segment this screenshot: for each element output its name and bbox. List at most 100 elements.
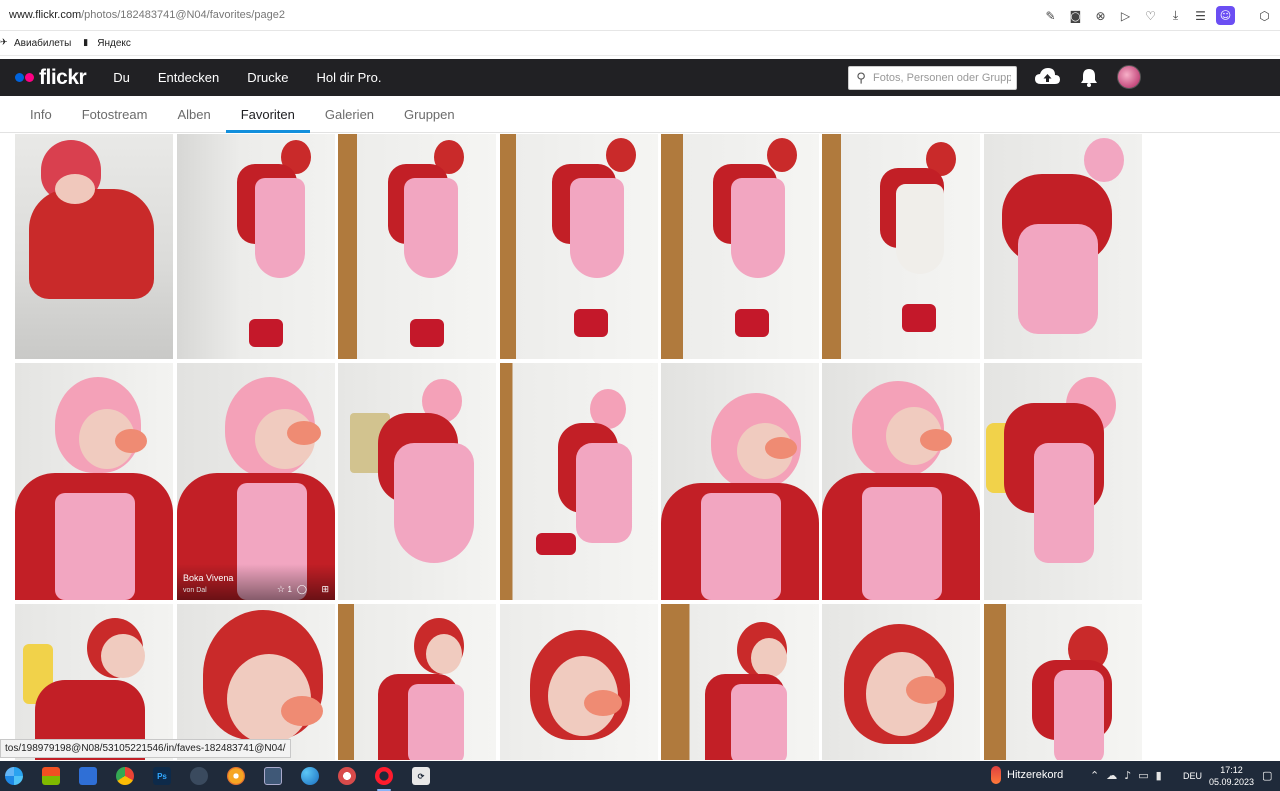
upload-icon[interactable] xyxy=(1035,68,1060,86)
bookmarks-bar: ✈ Авиабилеты ▮ Яндекс xyxy=(0,31,1280,56)
language-indicator[interactable]: DEU xyxy=(1183,771,1202,781)
url-field[interactable]: www.flickr.com/photos/182483741@N04/favo… xyxy=(0,9,285,21)
photo-tile[interactable] xyxy=(15,363,173,600)
search-icon[interactable]: ⚲ xyxy=(849,71,873,86)
tab-info[interactable]: Info xyxy=(0,96,67,132)
circle-icon[interactable]: ⊗ xyxy=(1091,6,1110,25)
status-link-preview: tos/198979198@N08/53105221546/in/faves-1… xyxy=(0,739,291,758)
logo-text: flickr xyxy=(39,65,87,89)
fav-count: 1 xyxy=(287,585,292,594)
weather-label: Hitzerekord xyxy=(1007,769,1064,781)
store-icon[interactable] xyxy=(37,764,65,788)
system-tray: ⌃ ☁ ♪ ▭ ▮ xyxy=(1090,769,1162,782)
nav-du[interactable]: Du xyxy=(113,70,130,85)
photo-tile[interactable] xyxy=(822,134,980,359)
profile-subnav: Info Fotostream Alben Favoriten Galerien… xyxy=(0,96,1280,133)
bookmark-flights[interactable]: ✈ Авиабилеты xyxy=(0,38,71,49)
play-icon[interactable]: ▷ xyxy=(1116,6,1135,25)
logo-dot-pink xyxy=(25,73,34,82)
doc-icon: ▮ xyxy=(83,38,89,48)
photo-tile[interactable] xyxy=(500,604,658,760)
photo-tile[interactable] xyxy=(15,134,173,359)
photo-tile[interactable] xyxy=(500,363,658,600)
download-icon[interactable]: ⤓ xyxy=(1166,6,1185,25)
mail-icon[interactable] xyxy=(74,764,102,788)
tab-fotostream[interactable]: Fotostream xyxy=(67,96,163,132)
battery-icon[interactable]: ▮ xyxy=(1156,769,1162,782)
photo-tile[interactable] xyxy=(15,604,173,760)
cloud-sync-icon[interactable]: ☁ xyxy=(1106,769,1117,782)
start-button[interactable] xyxy=(0,764,28,788)
tab-alben[interactable]: Alben xyxy=(162,96,225,132)
chevron-up-icon[interactable]: ⌃ xyxy=(1090,769,1099,782)
photo-tile[interactable] xyxy=(984,363,1142,600)
network-icon[interactable]: ▭ xyxy=(1138,769,1148,782)
browser-address-bar: www.flickr.com/photos/182483741@N04/favo… xyxy=(0,0,1280,31)
photo-tile[interactable] xyxy=(338,363,496,600)
flickr-logo[interactable]: flickr xyxy=(15,65,87,90)
add-to-gallery-icon[interactable]: ⊞ xyxy=(321,585,329,595)
heart-icon[interactable]: ♡ xyxy=(1141,6,1160,25)
edit-icon[interactable]: ✎ xyxy=(1041,6,1060,25)
flickr-header: flickr Du Entdecken Drucke Hol dir Pro. … xyxy=(0,59,1280,96)
bookmark-label: Авиабилеты xyxy=(14,37,72,49)
photo-hover-overlay: Boka Vivena von Dal ☆ 1 ◯ ⊞ xyxy=(177,564,335,600)
nav-drucke[interactable]: Drucke xyxy=(247,70,288,85)
photo-tile[interactable] xyxy=(984,604,1142,760)
notification-icon[interactable]: ▢ xyxy=(1262,769,1272,782)
photo-tile[interactable] xyxy=(984,134,1142,359)
tab-gruppen[interactable]: Gruppen xyxy=(389,96,470,132)
thermometer-icon xyxy=(991,766,1001,784)
volume-icon[interactable]: ♪ xyxy=(1124,769,1131,782)
photo-grid: Boka Vivena von Dal ☆ 1 ◯ ⊞ × xyxy=(15,134,1143,760)
browser-yellow-icon[interactable] xyxy=(222,764,250,788)
system-settings-icon[interactable] xyxy=(259,764,287,788)
photo-tile[interactable] xyxy=(338,604,496,760)
browser-toolbar: ✎ ◙ ⊗ ▷ ♡ ⤓ ☰ ☺ ⬡ xyxy=(1041,6,1274,25)
url-path: /photos/182483741@N04/favorites/page2 xyxy=(81,9,285,21)
remote-icon[interactable]: ⟳ xyxy=(407,764,435,788)
photo-tile[interactable] xyxy=(661,363,819,600)
close-icon[interactable]: × xyxy=(315,367,327,383)
photo-tile[interactable] xyxy=(822,363,980,600)
bookmark-yandex[interactable]: ▮ Яндекс xyxy=(83,38,131,49)
photo-tile[interactable]: Boka Vivena von Dal ☆ 1 ◯ ⊞ × xyxy=(177,363,335,600)
edge-dev-icon[interactable] xyxy=(296,764,324,788)
logo-dot-blue xyxy=(15,73,24,82)
menu-icon[interactable]: ☰ xyxy=(1191,6,1210,25)
photo-tile[interactable] xyxy=(822,604,980,760)
photo-tile[interactable] xyxy=(177,604,335,760)
tab-galerien[interactable]: Galerien xyxy=(310,96,389,132)
nav-pro[interactable]: Hol dir Pro. xyxy=(316,70,381,85)
clock-date: 05.09.2023 xyxy=(1209,777,1255,787)
clock[interactable]: 17:12 05.09.2023 xyxy=(1209,764,1254,788)
sharex-icon[interactable] xyxy=(333,764,361,788)
photo-author[interactable]: Boka Vivena xyxy=(183,573,233,583)
avatar[interactable] xyxy=(1117,65,1141,89)
tab-favoriten[interactable]: Favoriten xyxy=(225,96,311,133)
cube-icon[interactable]: ⬡ xyxy=(1255,6,1274,25)
clock-time: 17:12 xyxy=(1220,765,1243,775)
nav-entdecken[interactable]: Entdecken xyxy=(158,70,219,85)
opera-icon[interactable] xyxy=(370,764,398,791)
bookmark-label: Яндекс xyxy=(97,37,131,49)
camera-icon[interactable]: ◙ xyxy=(1066,6,1085,25)
photo-tile[interactable] xyxy=(338,134,496,359)
comment-icon[interactable]: ◯ xyxy=(297,585,307,595)
bell-icon[interactable] xyxy=(1080,68,1098,87)
photo-sub: von Dal xyxy=(183,587,207,594)
photoshop-icon[interactable]: Ps xyxy=(148,764,176,788)
photo-tile[interactable] xyxy=(177,134,335,359)
profile-icon[interactable]: ☺ xyxy=(1216,6,1235,25)
photo-tile[interactable] xyxy=(500,134,658,359)
url-host: www.flickr.com xyxy=(9,9,82,21)
search-input[interactable] xyxy=(873,72,1011,84)
camera-app-icon[interactable] xyxy=(185,764,213,788)
photo-tile[interactable] xyxy=(661,604,819,760)
star-icon[interactable]: ☆ xyxy=(277,585,285,595)
weather-widget[interactable]: Hitzerekord xyxy=(991,766,1063,784)
chrome-icon[interactable] xyxy=(111,764,139,788)
search-box: ⚲ xyxy=(848,66,1017,90)
photo-tile[interactable] xyxy=(661,134,819,359)
taskbar: Ps ⟳ Hitzerekord ⌃ ☁ ♪ ▭ ▮ DEU 17:12 05.… xyxy=(0,761,1280,791)
